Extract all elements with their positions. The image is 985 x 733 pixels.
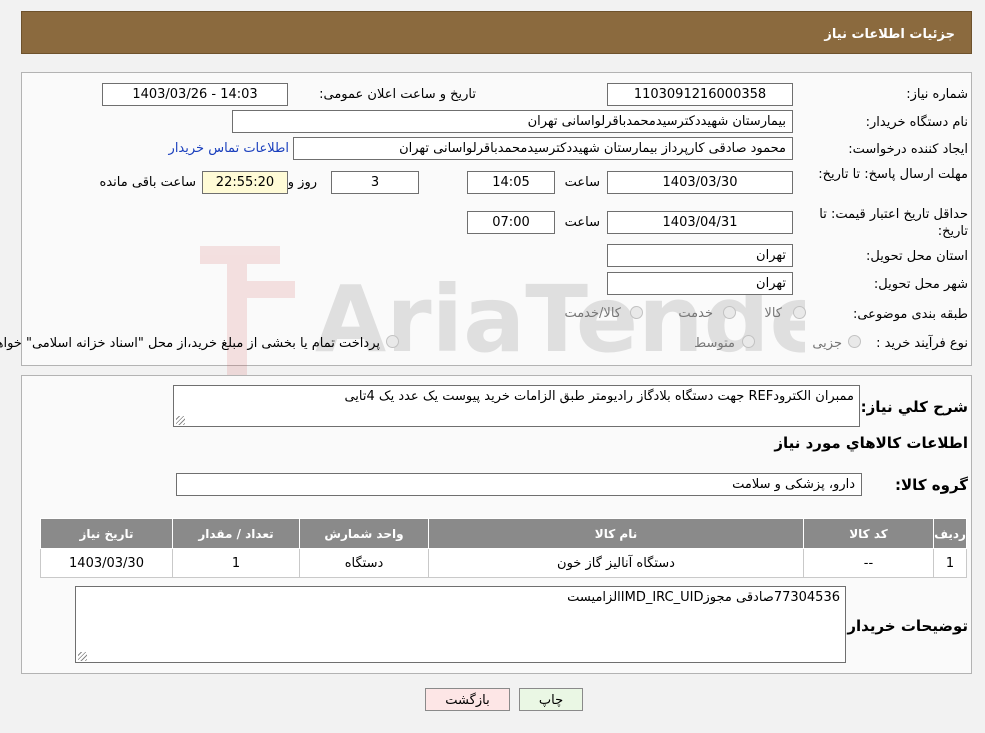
col-row-number: ردیف bbox=[933, 518, 967, 549]
creator-field[interactable]: محمود صادقی کارپرداز بیمارستان شهیددکترس… bbox=[293, 137, 793, 160]
category-goods-radio[interactable] bbox=[793, 306, 806, 319]
category-goods-service-label: کالا/خدمت bbox=[564, 306, 621, 321]
summary-label: شرح کلي نياز: bbox=[860, 398, 968, 416]
treasury-docs-radio[interactable] bbox=[386, 335, 399, 348]
validity-label: حداقل تاریخ اعتبار قیمت: تا تاریخ: bbox=[819, 207, 968, 239]
need-number-field[interactable]: 1103091216000358 bbox=[607, 83, 793, 106]
table-row: 1 -- دستگاه آنالیز گاز خون دستگاه 1 1403… bbox=[40, 548, 967, 578]
creator-label: ایجاد کننده درخواست: bbox=[848, 142, 968, 157]
days-field[interactable]: 3 bbox=[331, 171, 419, 194]
buyer-org-label: نام دستگاه خریدار: bbox=[865, 115, 968, 130]
purchase-type-label: نوع فرآیند خرید : bbox=[876, 336, 968, 351]
category-label: طبقه بندی موضوعی: bbox=[852, 307, 968, 322]
col-item-name: نام کالا bbox=[428, 518, 804, 549]
need-number-label: شماره نیاز: bbox=[906, 87, 968, 102]
goods-table-header: ردیف کد کالا نام کالا واحد شمارش تعداد /… bbox=[40, 518, 967, 549]
goods-group-label: گروه کالا: bbox=[895, 476, 968, 494]
announce-field[interactable]: 1403/03/26 - 14:03 bbox=[102, 83, 288, 106]
col-need-date: تاریخ نیاز bbox=[40, 518, 173, 549]
summary-textarea[interactable]: ممبران الکترودREF جهت دستگاه بلادگاز راد… bbox=[173, 385, 860, 427]
buyer-notes-text: 77304536صادقی مجوزIMD_IRC_UIDالزامیست bbox=[567, 590, 840, 605]
remaining-label: ساعت باقی مانده bbox=[99, 175, 196, 190]
category-service-radio[interactable] bbox=[723, 306, 736, 319]
cell-quantity: 1 bbox=[172, 548, 300, 578]
validity-date-field[interactable]: 1403/04/31 bbox=[607, 211, 793, 234]
contact-buyer-link[interactable]: اطلاعات تماس خریدار bbox=[169, 141, 289, 156]
buyer-notes-textarea[interactable]: 77304536صادقی مجوزIMD_IRC_UIDالزامیست bbox=[75, 586, 846, 663]
goods-table: ردیف کد کالا نام کالا واحد شمارش تعداد /… bbox=[40, 518, 967, 578]
col-item-code: کد کالا bbox=[803, 518, 934, 549]
buyer-org-field[interactable]: بیمارستان شهیددکترسیدمحمدباقرلواسانی تهر… bbox=[232, 110, 793, 133]
page-header: جزئیات اطلاعات نیاز bbox=[21, 11, 972, 54]
cell-item-name: دستگاه آنالیز گاز خون bbox=[428, 548, 804, 578]
province-field[interactable]: تهران bbox=[607, 244, 793, 267]
resize-grip-icon[interactable] bbox=[176, 416, 185, 425]
buyer-notes-label: توضیحات خریدار: bbox=[841, 617, 968, 635]
province-label: استان محل تحویل: bbox=[866, 249, 968, 264]
announce-label: تاریخ و ساعت اعلان عمومی: bbox=[319, 87, 476, 102]
purchase-medium-label: متوسط bbox=[694, 336, 735, 351]
summary-text: ممبران الکترودREF جهت دستگاه بلادگاز راد… bbox=[344, 389, 854, 404]
category-service-label: خدمت bbox=[678, 306, 713, 321]
cell-need-date: 1403/03/30 bbox=[40, 548, 173, 578]
purchase-small-label: جزیی bbox=[812, 336, 842, 351]
cell-row-number: 1 bbox=[933, 548, 967, 578]
city-label: شهر محل تحویل: bbox=[873, 277, 968, 292]
purchase-small-radio[interactable] bbox=[848, 335, 861, 348]
deadline-label: مهلت ارسال پاسخ: تا تاریخ: bbox=[818, 167, 968, 182]
col-unit: واحد شمارش bbox=[299, 518, 429, 549]
goods-section-title: اطلاعات کالاهاي مورد نياز bbox=[774, 434, 968, 452]
back-button[interactable]: بازگشت bbox=[425, 688, 510, 711]
remaining-time-field[interactable]: 22:55:20 bbox=[202, 171, 288, 194]
col-quantity: تعداد / مقدار bbox=[172, 518, 300, 549]
city-field[interactable]: تهران bbox=[607, 272, 793, 295]
days-label: روز و bbox=[287, 175, 317, 190]
page-title: جزئیات اطلاعات نیاز bbox=[824, 27, 955, 42]
category-goods-service-radio[interactable] bbox=[630, 306, 643, 319]
category-goods-label: کالا bbox=[764, 306, 782, 321]
cell-unit: دستگاه bbox=[299, 548, 429, 578]
deadline-time-field[interactable]: 14:05 bbox=[467, 171, 555, 194]
validity-time-field[interactable]: 07:00 bbox=[467, 211, 555, 234]
print-button[interactable]: چاپ bbox=[519, 688, 583, 711]
goods-group-field[interactable]: دارو، پزشکی و سلامت bbox=[176, 473, 862, 496]
resize-grip-icon[interactable] bbox=[78, 652, 87, 661]
validity-time-label: ساعت bbox=[564, 215, 600, 230]
cell-item-code: -- bbox=[803, 548, 934, 578]
deadline-date-field[interactable]: 1403/03/30 bbox=[607, 171, 793, 194]
purchase-medium-radio[interactable] bbox=[742, 335, 755, 348]
purchase-note: پرداخت تمام یا بخشی از مبلغ خرید،از محل … bbox=[0, 336, 380, 351]
deadline-time-label: ساعت bbox=[564, 175, 600, 190]
